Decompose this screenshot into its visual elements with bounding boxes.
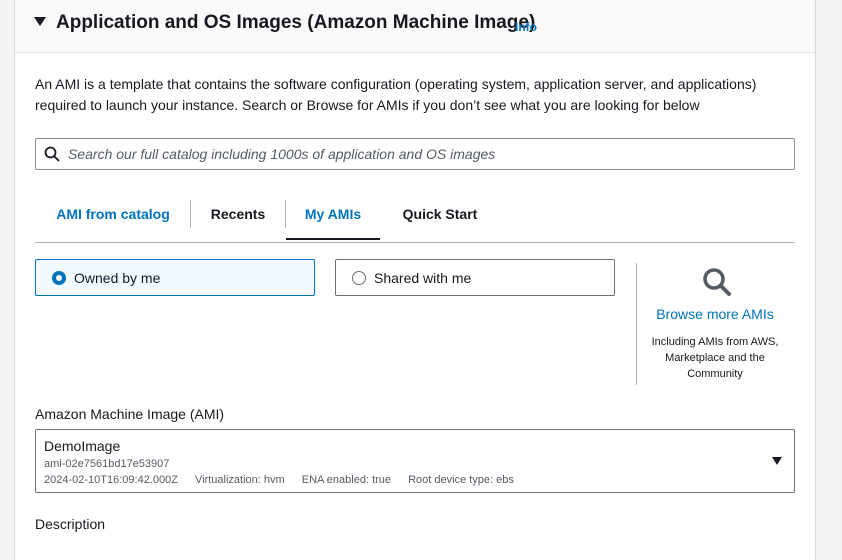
ami-selected-name: DemoImage bbox=[44, 438, 121, 454]
browse-subtext: Including AMIs from AWS, Marketplace and… bbox=[651, 336, 779, 380]
ami-timestamp: 2024-02-10T16:09:42.000Z bbox=[44, 474, 178, 486]
tab-ami-from-catalog[interactable]: AMI from catalog bbox=[35, 194, 191, 238]
ami-source-tabs: AMI from catalog Recents My AMIs Quick S… bbox=[35, 194, 795, 243]
section-header[interactable]: Application and OS Images (Amazon Machin… bbox=[15, 0, 815, 53]
tab-quick-start[interactable]: Quick Start bbox=[381, 194, 499, 238]
ami-meta-row: 2024-02-10T16:09:42.000Z Virtualization:… bbox=[44, 474, 528, 486]
browse-more-amis-link[interactable]: Browse more AMIs bbox=[645, 306, 785, 322]
ami-select-dropdown[interactable]: DemoImage ami-02e7561bd17e53907 2024-02-… bbox=[35, 429, 795, 493]
catalog-search-input[interactable] bbox=[68, 139, 788, 169]
magnifier-icon[interactable] bbox=[701, 266, 733, 298]
search-icon bbox=[44, 146, 60, 162]
ami-field-label: Amazon Machine Image (AMI) bbox=[35, 406, 225, 422]
caret-down-icon[interactable] bbox=[34, 17, 46, 26]
ami-ena: ENA enabled: true bbox=[301, 474, 392, 486]
catalog-search-box[interactable] bbox=[35, 138, 795, 170]
tab-my-amis[interactable]: My AMIs bbox=[286, 194, 380, 240]
shared-with-me-option[interactable]: Shared with me bbox=[335, 259, 615, 296]
owned-by-me-option[interactable]: Owned by me bbox=[35, 259, 315, 296]
radio-unselected-icon[interactable] bbox=[352, 271, 366, 285]
owned-by-me-label: Owned by me bbox=[74, 270, 161, 286]
dropdown-caret-icon[interactable] bbox=[772, 457, 782, 465]
section-description: An AMI is a template that contains the s… bbox=[35, 76, 757, 113]
ami-section-panel: Application and OS Images (Amazon Machin… bbox=[14, 0, 816, 560]
ami-virtualization: Virtualization: hvm bbox=[195, 474, 285, 486]
ami-selected-id: ami-02e7561bd17e53907 bbox=[44, 458, 170, 470]
tab-recents[interactable]: Recents bbox=[191, 194, 285, 238]
ami-root-device: Root device type: ebs bbox=[408, 474, 514, 486]
radio-selected-icon[interactable] bbox=[52, 271, 66, 285]
shared-with-me-label: Shared with me bbox=[374, 270, 472, 286]
description-field-label: Description bbox=[35, 516, 106, 532]
section-title: Application and OS Images (Amazon Machin… bbox=[56, 12, 536, 33]
browse-divider bbox=[636, 263, 637, 385]
info-link[interactable]: Info bbox=[515, 20, 537, 34]
